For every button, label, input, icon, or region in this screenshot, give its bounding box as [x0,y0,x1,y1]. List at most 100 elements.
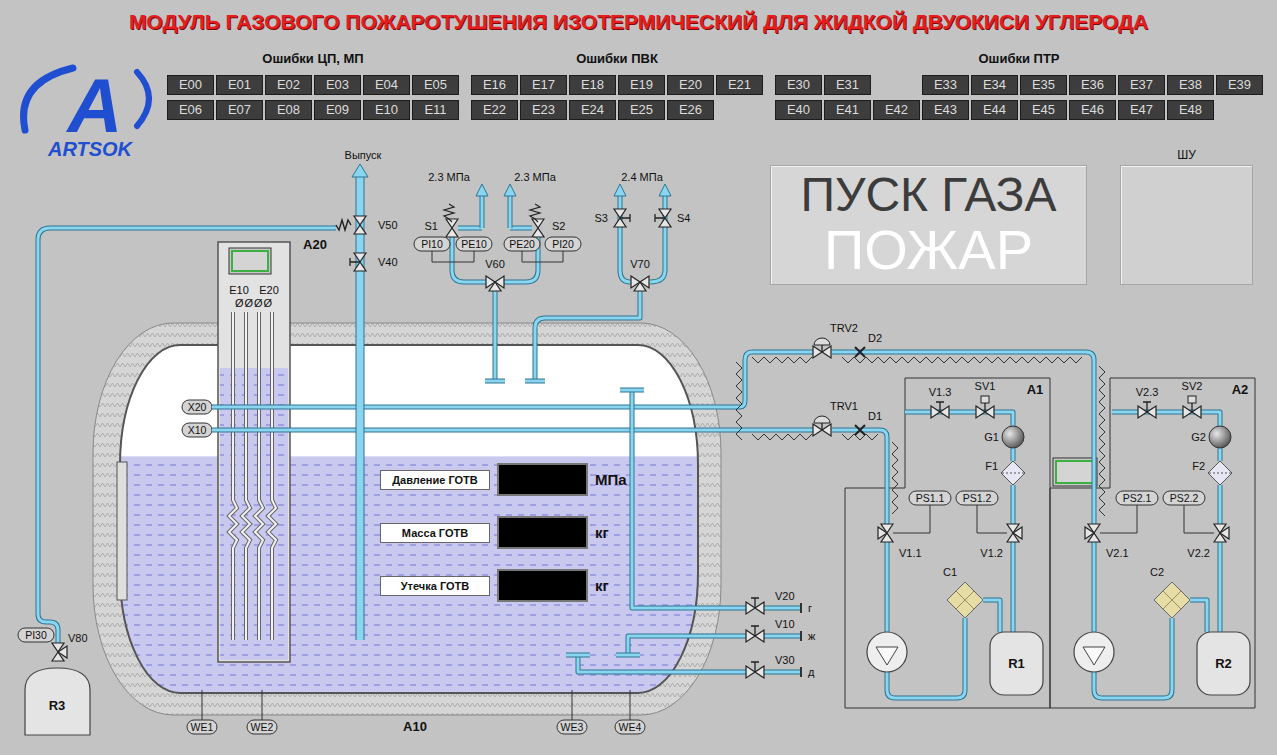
readout-row: Утечка ГОТВ кг [380,569,627,602]
sight-glass [117,462,127,600]
valve-label: TRV2 [830,322,858,334]
valve[interactable]: V60 [485,258,505,291]
error-group: Ошибки ПТРE30E31E33E34E35E36E37E38E39E40… [775,45,1263,145]
pipe [535,291,640,381]
outlet-pipe-label: A20 [303,237,327,252]
filter-equipment: F2 [1192,460,1232,485]
valve[interactable]: S4 [655,209,690,227]
valve[interactable]: SV2 [1182,380,1203,418]
valve[interactable]: V2.3 [1136,386,1159,418]
error-indicator: E47 [1118,100,1165,120]
readout-label: Утечка ГОТВ [380,576,490,596]
outlet-arrow-icon [352,164,368,177]
svg-text:R1: R1 [1008,656,1025,671]
valve[interactable]: V20 [746,590,795,614]
heat-trace [752,357,812,363]
valve[interactable]: V30 [746,654,795,678]
instrument-tag: PE20 [504,237,540,251]
pipe [1013,448,1014,461]
valve[interactable]: V80 [52,632,88,661]
error-indicator: E00 [167,75,214,95]
valve[interactable]: S2 [530,204,565,237]
launch-panel: ПУСК ГАЗАПОЖАР [770,165,1087,285]
heater-tube [255,312,263,640]
pipe [832,430,887,524]
valve-icon [1138,402,1156,418]
valve-label: SV2 [1182,380,1203,392]
logo: AARTSOK [15,60,167,160]
pipe [566,655,590,656]
pipe [38,228,336,643]
instrument-tag: WE1 [187,720,217,734]
pipe [1112,412,1220,426]
instrument-tag: PS2.2 [1163,491,1205,505]
error-indicator: E06 [167,100,214,120]
valve[interactable]: V2.2 [1187,524,1229,559]
svg-text:PI20: PI20 [552,238,574,250]
valve-label: S2 [552,220,565,232]
pump-icon [1074,632,1114,672]
error-row: E40E41E42E43E44E45E46E47E48 [775,100,1263,120]
svg-text:F1: F1 [985,460,998,472]
error-indicator: E25 [618,100,665,120]
pipe [620,390,644,391]
error-indicator: E38 [1167,75,1214,95]
pipe [510,194,511,228]
error-indicator: E42 [873,100,920,120]
error-indicator: E23 [520,100,567,120]
svg-text:PE20: PE20 [509,238,535,250]
heat-trace [892,442,898,514]
valve[interactable]: V40 [350,253,398,271]
valve-label: V1.3 [929,386,952,398]
pipe [1013,485,1014,524]
pipe [832,352,1094,524]
heat-trace [842,357,1082,363]
heat-trace [842,434,878,440]
error-indicator: E08 [265,100,312,120]
pipe [1094,542,1095,632]
valve[interactable]: V50 [336,216,398,234]
heater-terminals: ØØØØ [235,297,273,309]
error-group: Ошибки ПВКE16E17E18E19E20E21E22E23E24E25… [471,45,763,145]
valve-label: S3 [595,212,608,224]
error-indicator: E16 [471,75,518,95]
valve[interactable]: V1.2 [980,524,1022,559]
process-diagram: A10E10E20ØØØØX20X10ВыпускA20гждA1A2D2D1G… [0,145,1277,755]
readout-display [497,463,588,496]
error-row: E30E31E33E34E35E36E37E38E39 [775,75,1263,95]
readout-display [497,569,588,602]
error-indicator: E11 [412,100,459,120]
error-indicator: E33 [922,75,969,95]
instrument-tag: PE10 [456,237,492,251]
valve[interactable]: V2.1 [1085,524,1129,559]
pipe [628,636,746,655]
pipe [764,636,800,637]
valve[interactable]: V70 [630,258,650,291]
valve[interactable]: S3 [595,209,630,227]
valve[interactable]: V10 [746,618,795,642]
error-indicator: E05 [412,75,459,95]
svg-text:X20: X20 [188,401,207,413]
heater-tube [268,312,276,640]
valve[interactable]: V1.1 [878,524,922,559]
heater-tube [229,312,237,640]
pipe [1013,542,1014,632]
filter-equipment: F1 [985,460,1025,485]
svg-text:WE4: WE4 [619,721,642,733]
cooler-equipment: C1 [943,566,983,618]
signal-lines [202,251,1214,720]
instrument-tag: PI20 [545,237,581,251]
svg-text:R3: R3 [49,698,66,713]
pipe [620,227,630,282]
valve[interactable]: V1.3 [929,386,952,418]
valve[interactable]: S1 [425,204,458,237]
valve-label: S4 [677,212,690,224]
readout-unit: кг [595,577,609,594]
pipe [905,412,1013,426]
heat-trace [736,362,742,440]
valve[interactable]: TRV1 [813,400,858,436]
valve[interactable]: TRV2 [813,322,858,358]
pipe [764,608,800,609]
valve[interactable]: SV1 [975,380,996,418]
valve-icon [746,626,764,642]
